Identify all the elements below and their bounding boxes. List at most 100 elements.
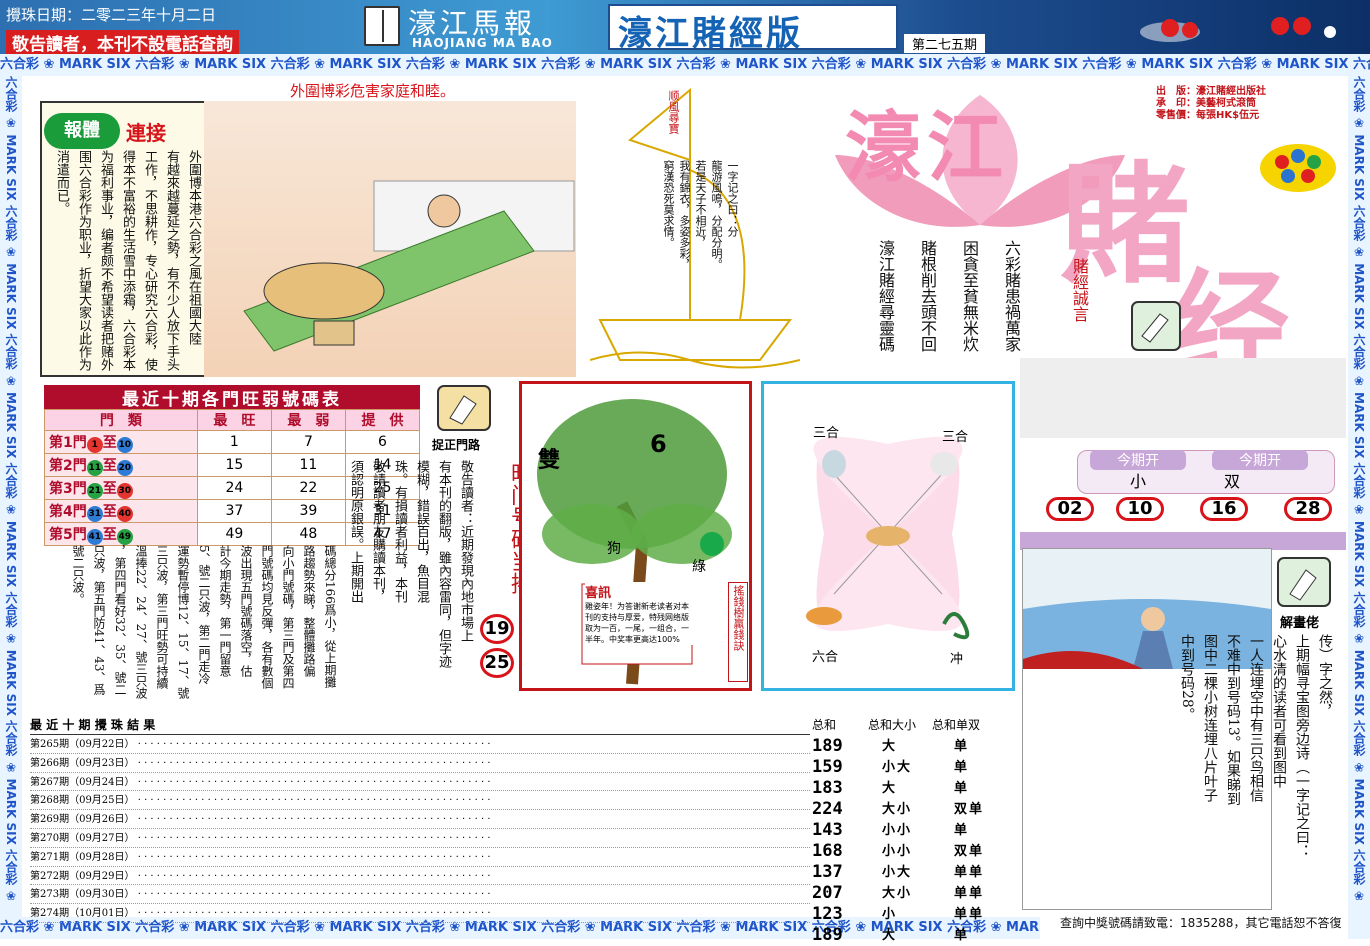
sail-text: 顺風尋寶: [667, 90, 680, 134]
notice-article: 敬告讀者：近期發現內地市場上 有本刊的翻版，雖內容雷同，但字迹 模糊，錯誤百出，魚目…: [348, 460, 473, 668]
tree-side-label: 搖錢樹贏錢訣: [728, 582, 748, 682]
parity-value: 单: [954, 928, 970, 943]
table-cell: 15: [196, 453, 272, 477]
parity-value: 双单: [954, 844, 985, 859]
history-row: 第274期（10月01日） · · · · · · · · · · · · · …: [30, 904, 810, 923]
paper-english-name: HAOJIANG MA BAO: [412, 36, 553, 50]
zodiac-top-right: 三合: [942, 430, 969, 445]
publisher-info: 出 版：濠江賭經出版社承 印：美藝柯式滾筒 零售價：每張HK$伍元: [1156, 86, 1266, 121]
gate-cell: 第2門 11 至 20: [44, 453, 198, 477]
table-cell: 39: [270, 499, 346, 523]
motto-columns: 六彩賭患禍萬家 困貪至貧無米炊 賭根削去頭不回 濠江賭經尋靈碼: [876, 240, 1021, 352]
summary-size: 大小大大大小 小小 小小 小大 大小小大: [882, 736, 912, 946]
table-cell: 24: [196, 476, 272, 500]
history-row: 第265期（09月22日） · · · · · · · · · · · · · …: [30, 735, 810, 754]
zodiac-bottom-left: 六合: [812, 650, 839, 665]
sum-value: 143: [812, 820, 843, 840]
lucky-balls-icon: [1260, 144, 1336, 192]
comic-illustration: [204, 101, 576, 377]
size-value: 小大: [882, 865, 913, 880]
tree-number: 6: [650, 430, 667, 458]
sum-value: 137: [812, 862, 843, 882]
motto-label: 賭經誠言: [1070, 258, 1089, 322]
history-row: 第268期（09月25日） · · · · · · · · · · · · · …: [30, 791, 810, 811]
zodiac-cross-panel: [761, 381, 1015, 691]
history-row: 第266期（09月23日） · · · · · · · · · · · · · …: [30, 754, 810, 773]
size-value: 小小: [882, 844, 913, 859]
sum-value: 168: [812, 841, 843, 861]
tip-number-2: 25: [480, 648, 514, 678]
book-icon: [364, 6, 400, 46]
summary-parity: 单单单双单单双单 单单 单单 单单单: [954, 736, 984, 946]
table-cell: 37: [196, 499, 272, 523]
number-ball-icon: 11: [86, 459, 103, 476]
boat-poem: 一字记之曰：分 龍游風鳴，分配分明。 若是天子不相近， 我有錦衣，多姿多彩， 窮漢恐死莫…: [662, 160, 739, 270]
parity-value: 单: [954, 781, 970, 796]
right-border-strip: 六合彩 ❀ MARK SIX 六合彩 ❀ MARK SIX 六合彩 ❀ MARK…: [1348, 76, 1370, 939]
number-ball-icon: 31: [86, 505, 103, 522]
stats-table-title: 最近十期各門旺弱號碼表: [44, 385, 420, 410]
sum-value: 159: [812, 757, 843, 777]
size-value: 大: [882, 781, 898, 796]
decorative-orbs-icon: [1140, 17, 1336, 42]
column-header: 最 旺: [196, 409, 272, 431]
table-cell: 6: [344, 430, 421, 454]
parity-value: 单: [954, 760, 970, 775]
parity-value: 单单: [954, 865, 985, 880]
comic-caption: 外圍博彩危害家庭和睦。: [290, 82, 456, 100]
blank-panel: [1020, 358, 1346, 438]
edition-title: 濠江賭經版: [618, 14, 803, 54]
summary-header-1: 总和: [812, 718, 837, 732]
result-number-4: 28: [1284, 497, 1332, 521]
history-row: 第267期（09月24日） · · · · · · · · · · · · · …: [30, 773, 810, 792]
parity-value: 单: [954, 823, 970, 838]
gate-cell: 第5門 41 至 49: [44, 522, 198, 546]
section-badge-red: 連接: [126, 121, 166, 145]
explain-label: 解畫佬: [1280, 616, 1320, 631]
size-value: 大: [882, 928, 898, 943]
history-row: 第272期（09月29日） · · · · · · · · · · · · · …: [30, 867, 810, 886]
sum-value: 224: [812, 799, 843, 819]
top-border-strip: 六合彩 ❀ MARK SIX 六合彩 ❀ MARK SIX 六合彩 ❀ MARK…: [0, 54, 1370, 76]
number-ball-icon: 30: [116, 482, 133, 499]
size-value: 小小: [882, 823, 913, 838]
history-row: 第269期（09月26日） · · · · · · · · · · · · · …: [30, 810, 810, 829]
gate-cell: 第3門 21 至 30: [44, 476, 198, 500]
size-value: 大小: [882, 802, 913, 817]
explain-article: 传）字之然， 上期幅寻宝图旁边诗（一字记之曰： 心水清的读者可看到图中 一人连埋空中有…: [1179, 634, 1333, 858]
result-number-1: 02: [1046, 497, 1094, 521]
history-row: 第273期（09月30日） · · · · · · · · · · · · · …: [30, 885, 810, 905]
result-number-3: 16: [1200, 497, 1248, 521]
result-size: 小: [1130, 472, 1147, 491]
history-row: 第270期（09月27日） · · · · · · · · · · · · · …: [30, 829, 810, 848]
tip-number-1: 19: [480, 614, 514, 644]
number-ball-icon: 21: [86, 482, 103, 499]
history-row: 第271期（09月28日） · · · · · · · · · · · · · …: [30, 848, 810, 867]
size-value: 小大: [882, 760, 913, 775]
hand-writing-icon: [1131, 301, 1181, 351]
parity-value: 双单: [954, 802, 985, 817]
result-number-2: 10: [1116, 497, 1164, 521]
number-ball-icon: 49: [116, 528, 133, 545]
sum-value: 207: [812, 883, 843, 903]
history-title: 最 近 十 期 攪 珠 結 果: [30, 718, 156, 732]
summary-header-3: 总和单双: [932, 718, 981, 732]
size-value: 大: [882, 739, 898, 754]
key-hand-icon: [437, 385, 491, 431]
summary-header-2: 总和大小: [868, 718, 917, 732]
parity-value: 单单: [954, 907, 985, 922]
sum-value: 189: [812, 925, 843, 945]
parity-value: 单: [954, 739, 970, 754]
result-parity: 双: [1224, 472, 1241, 491]
gate-cell: 第4門 31 至 40: [44, 499, 198, 523]
parity-value: 单单: [954, 886, 985, 901]
trend-article: 碼總分166爲小，從上期攤 路趨勢來睇，整體攤路偏 向小門號碼，第三門及第四 門號碼均…: [71, 545, 337, 699]
footer-note: 查詢中獎號碼請致電：1835288，其它電話恕不答復: [1060, 916, 1342, 930]
table-cell: 22: [270, 476, 346, 500]
tree-dog: 狗: [607, 541, 621, 557]
notice-banner: 敬告讀者，本刊不設電話查詢: [6, 30, 239, 55]
table-cell: 49: [196, 522, 272, 546]
painting-hand-icon: [1277, 557, 1331, 607]
logo-text-1: 濠江: [845, 103, 1009, 192]
table-row: 第1門 1 至 10 1 7 6: [44, 430, 421, 454]
